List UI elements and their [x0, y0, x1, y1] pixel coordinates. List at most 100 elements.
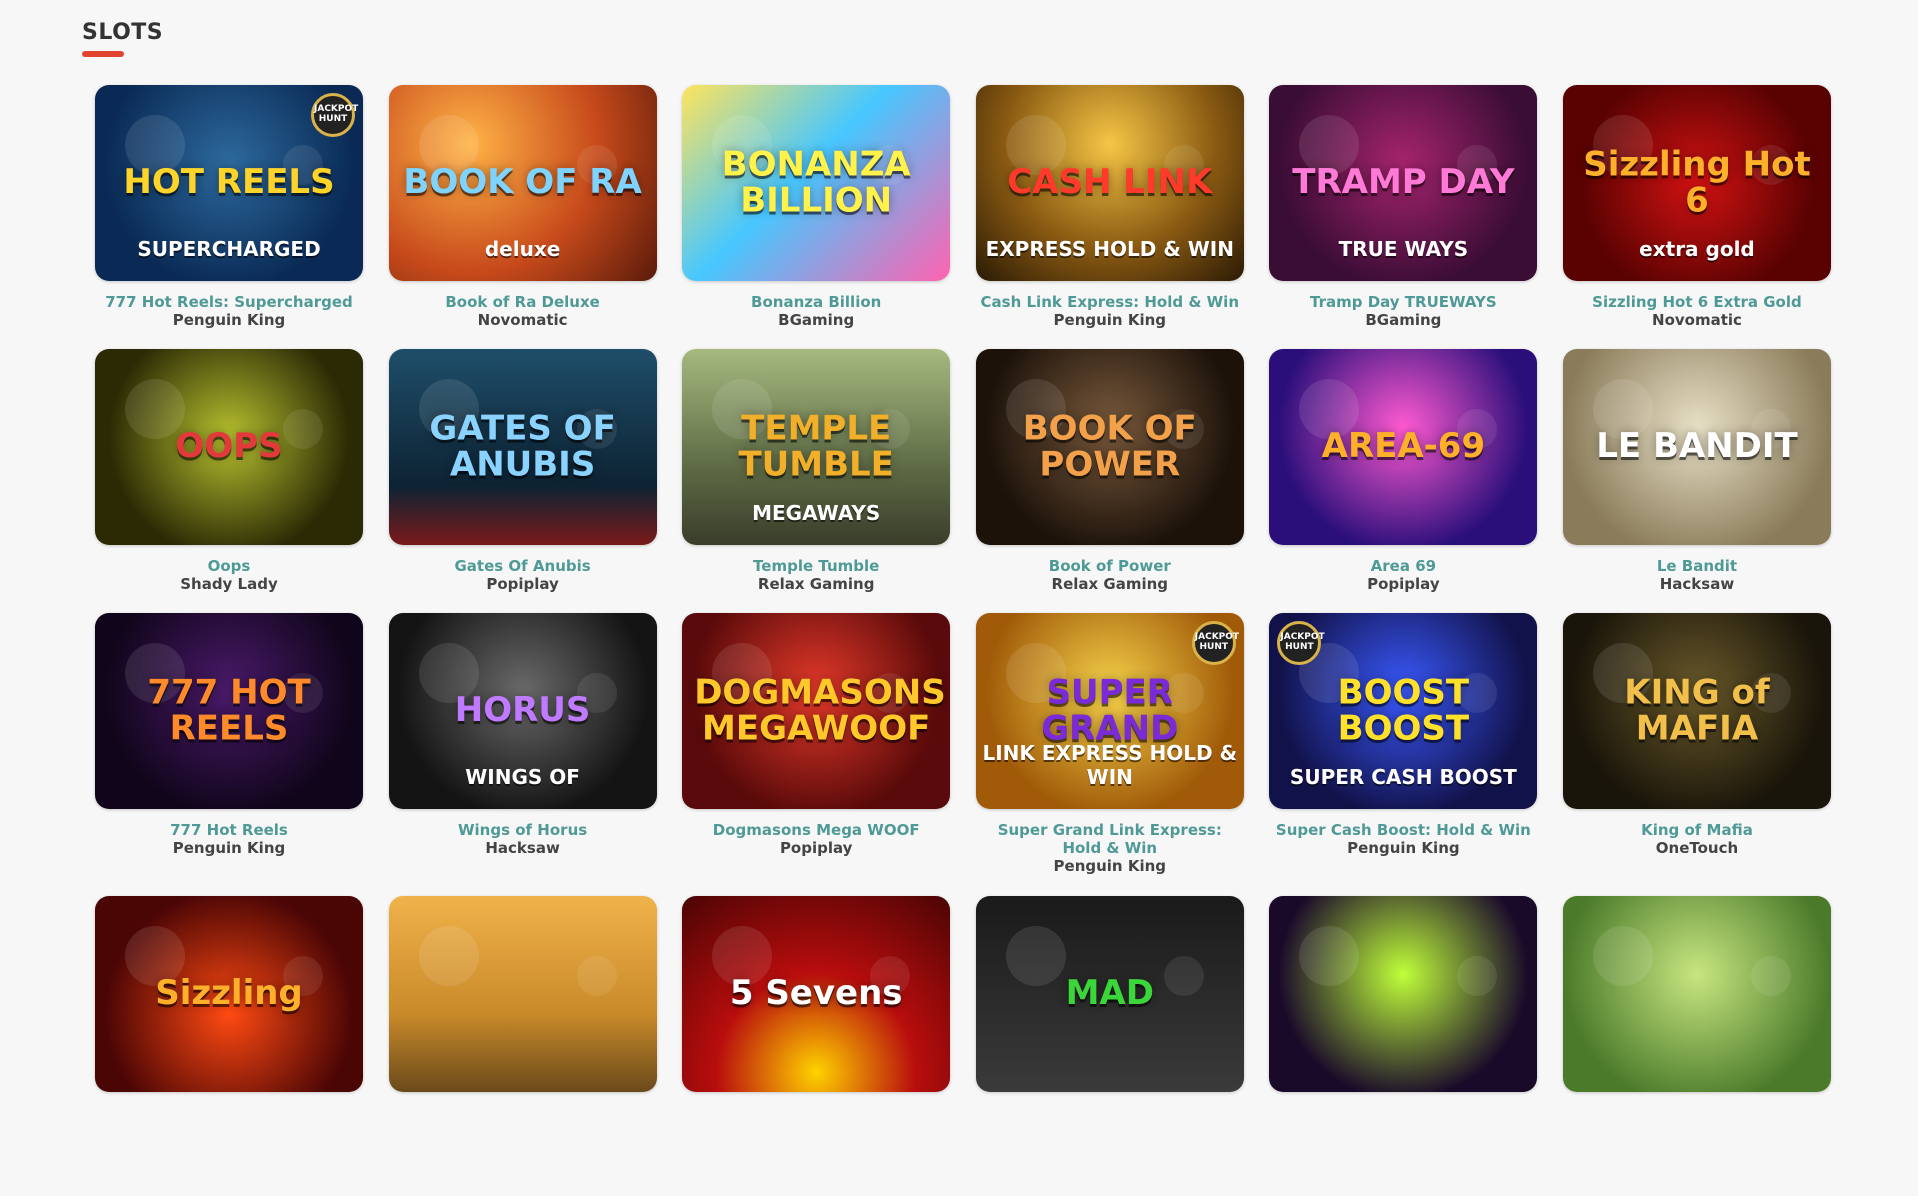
game-card[interactable]	[1562, 896, 1831, 1196]
game-provider: BGaming	[1365, 311, 1442, 329]
thumbnail-art-subtitle: SUPERCHARGED	[137, 237, 321, 261]
thumbnail-art-title: HOT REELS	[123, 162, 335, 203]
game-thumbnail[interactable]: HORUS WINGS OF	[388, 613, 657, 809]
game-thumbnail[interactable]: DOGMASONS MEGAWOOF	[682, 613, 951, 809]
game-thumbnail[interactable]: KING of MAFIA	[1562, 613, 1831, 809]
thumbnail-art-title: KING of MAFIA	[1624, 672, 1770, 748]
game-name[interactable]: Oops	[95, 557, 363, 575]
thumbnail-art-title: 5 Sevens	[729, 973, 903, 1014]
game-card[interactable]: TEMPLE TUMBLE MEGAWAYS Temple Tumble Relax …	[682, 349, 951, 613]
game-thumbnail[interactable]: BOOST BOOST SUPER CASH BOOST JACKPOT HUNT	[1269, 613, 1538, 809]
thumbnail-art-subtitle: SUPER CASH BOOST	[1289, 765, 1517, 789]
game-card[interactable]: BOOK OF RA deluxe Book of Ra Deluxe Novomat…	[388, 85, 657, 349]
game-thumbnail[interactable]: OOPS	[95, 349, 363, 545]
game-card[interactable]: Sizzling	[95, 896, 363, 1196]
game-name[interactable]: Le Bandit	[1563, 557, 1831, 575]
thumbnail-art-title: TEMPLE TUMBLE	[738, 408, 894, 484]
game-card[interactable]: HOT REELS SUPERCHARGED JACKPOT HUNT 777 Hot…	[95, 85, 363, 349]
game-name[interactable]: Super Grand Link Express: Hold & Win	[976, 821, 1244, 857]
game-thumbnail[interactable]: TEMPLE TUMBLE MEGAWAYS	[682, 349, 951, 545]
game-name[interactable]: Area 69	[1269, 557, 1537, 575]
thumbnail-art-title: BONANZA BILLION	[721, 144, 911, 220]
game-thumbnail[interactable]: SUPER GRAND LINK EXPRESS HOLD & WIN JACKPO…	[975, 613, 1244, 809]
thumbnail-decoration	[1299, 926, 1360, 986]
game-provider: Novomatic	[477, 311, 568, 329]
game-thumbnail[interactable]: 777 HOT REELS	[95, 613, 363, 809]
game-name[interactable]: 777 Hot Reels: Supercharged	[95, 293, 363, 311]
game-name[interactable]: Cash Link Express: Hold & Win	[976, 293, 1244, 311]
game-name[interactable]: Book of Power	[976, 557, 1244, 575]
game-card[interactable]: KING of MAFIA King of Mafia OneTouch	[1562, 613, 1831, 896]
game-name[interactable]: Sizzling Hot 6 Extra Gold	[1563, 293, 1831, 311]
game-card[interactable]: HORUS WINGS OF Wings of Horus Hacksaw	[388, 613, 657, 896]
section-header: SLOTS	[82, 20, 163, 57]
game-name[interactable]: Gates Of Anubis	[389, 557, 657, 575]
game-thumbnail[interactable]: BOOK OF RA deluxe	[388, 85, 657, 281]
game-name[interactable]: Wings of Horus	[389, 821, 657, 839]
game-card[interactable]: SUPER GRAND LINK EXPRESS HOLD & WIN JACKPO…	[975, 613, 1244, 896]
game-thumbnail[interactable]: Sizzling Hot 6 extra gold	[1562, 85, 1831, 281]
game-provider: OneTouch	[1655, 839, 1739, 857]
game-card[interactable]	[388, 896, 657, 1196]
game-card[interactable]: 777 HOT REELS 777 Hot Reels Penguin King	[95, 613, 363, 896]
game-card[interactable]: BOOST BOOST SUPER CASH BOOST JACKPOT HUNT S…	[1269, 613, 1538, 896]
thumbnail-art-title: Sizzling Hot 6	[1583, 144, 1811, 220]
game-card[interactable]: GATES OF ANUBIS Gates Of Anubis Popiplay	[388, 349, 657, 613]
game-card[interactable]: BOOK OF POWER Book of Power Relax Gaming	[975, 349, 1244, 613]
game-thumbnail[interactable]: Sizzling	[95, 896, 363, 1092]
game-card[interactable]: DOGMASONS MEGAWOOF Dogmasons Mega WOOF Pop…	[682, 613, 951, 896]
game-card[interactable]: LE BANDIT Le Bandit Hacksaw	[1562, 349, 1831, 613]
game-thumbnail[interactable]: BOOK OF POWER	[975, 349, 1244, 545]
games-grid: HOT REELS SUPERCHARGED JACKPOT HUNT 777 Hot…	[95, 85, 1831, 1196]
game-thumbnail[interactable]	[1562, 896, 1831, 1092]
game-card[interactable]: Sizzling Hot 6 extra gold Sizzling Hot 6 E…	[1562, 85, 1831, 349]
game-name[interactable]: Super Cash Boost: Hold & Win	[1269, 821, 1537, 839]
game-thumbnail[interactable]: CASH LINK EXPRESS HOLD & WIN	[975, 85, 1244, 281]
game-card[interactable]: AREA-69 Area 69 Popiplay	[1269, 349, 1538, 613]
game-card[interactable]: TRAMP DAY TRUE WAYS Tramp Day TRUEWAYS BGam…	[1269, 85, 1538, 349]
game-card[interactable]	[1269, 896, 1538, 1196]
thumbnail-art-subtitle: WINGS OF	[465, 765, 580, 789]
thumbnail-art-title: 777 HOT REELS	[147, 672, 311, 748]
game-name[interactable]: Bonanza Billion	[682, 293, 950, 311]
thumbnail-decoration	[576, 956, 617, 996]
thumbnail-art-title: BOOST BOOST	[1337, 672, 1470, 748]
game-provider: Penguin King	[1053, 857, 1167, 875]
game-provider: Relax Gaming	[757, 575, 875, 593]
game-thumbnail[interactable]: HOT REELS SUPERCHARGED JACKPOT HUNT	[95, 85, 363, 281]
game-provider: Relax Gaming	[1051, 575, 1169, 593]
thumbnail-art-subtitle: extra gold	[1639, 237, 1755, 261]
game-thumbnail[interactable]: BONANZA BILLION	[682, 85, 951, 281]
game-card[interactable]: CASH LINK EXPRESS HOLD & WIN Cash Link Exp…	[975, 85, 1244, 349]
game-thumbnail[interactable]: TRAMP DAY TRUE WAYS	[1269, 85, 1538, 281]
game-card[interactable]: OOPS Oops Shady Lady	[95, 349, 363, 613]
thumbnail-art-title: TRAMP DAY	[1292, 162, 1515, 203]
jackpot-hunt-badge-icon: JACKPOT HUNT	[1191, 621, 1239, 665]
game-name[interactable]: Temple Tumble	[682, 557, 950, 575]
thumbnail-decoration	[418, 926, 479, 986]
game-thumbnail[interactable]: GATES OF ANUBIS	[388, 349, 657, 545]
thumbnail-art-title: AREA-69	[1321, 426, 1486, 467]
game-thumbnail[interactable]	[1269, 896, 1538, 1092]
game-thumbnail[interactable]: LE BANDIT	[1562, 349, 1831, 545]
thumbnail-art-title: DOGMASONS MEGAWOOF	[694, 672, 946, 748]
game-name[interactable]: Book of Ra Deluxe	[389, 293, 657, 311]
game-card[interactable]: MAD	[975, 896, 1244, 1196]
game-card[interactable]: 5 Sevens	[682, 896, 951, 1196]
thumbnail-art-subtitle: EXPRESS HOLD & WIN	[985, 237, 1234, 261]
game-provider: Novomatic	[1652, 311, 1742, 329]
game-name[interactable]: Tramp Day TRUEWAYS	[1269, 293, 1537, 311]
game-provider: Penguin King	[1053, 311, 1167, 329]
game-name[interactable]: Dogmasons Mega WOOF	[682, 821, 950, 839]
game-thumbnail[interactable]	[388, 896, 657, 1092]
game-thumbnail[interactable]: 5 Sevens	[682, 896, 951, 1092]
jackpot-hunt-badge-icon: JACKPOT HUNT	[311, 93, 358, 137]
thumbnail-art-subtitle: LINK EXPRESS HOLD & WIN	[982, 741, 1238, 789]
game-name[interactable]: King of Mafia	[1563, 821, 1831, 839]
thumbnail-art-title: BOOK OF POWER	[1022, 408, 1197, 484]
game-provider: Shady Lady	[180, 575, 278, 593]
game-thumbnail[interactable]: MAD	[975, 896, 1244, 1092]
game-card[interactable]: BONANZA BILLION Bonanza Billion BGaming	[682, 85, 951, 349]
game-thumbnail[interactable]: AREA-69	[1269, 349, 1538, 545]
game-name[interactable]: 777 Hot Reels	[95, 821, 363, 839]
